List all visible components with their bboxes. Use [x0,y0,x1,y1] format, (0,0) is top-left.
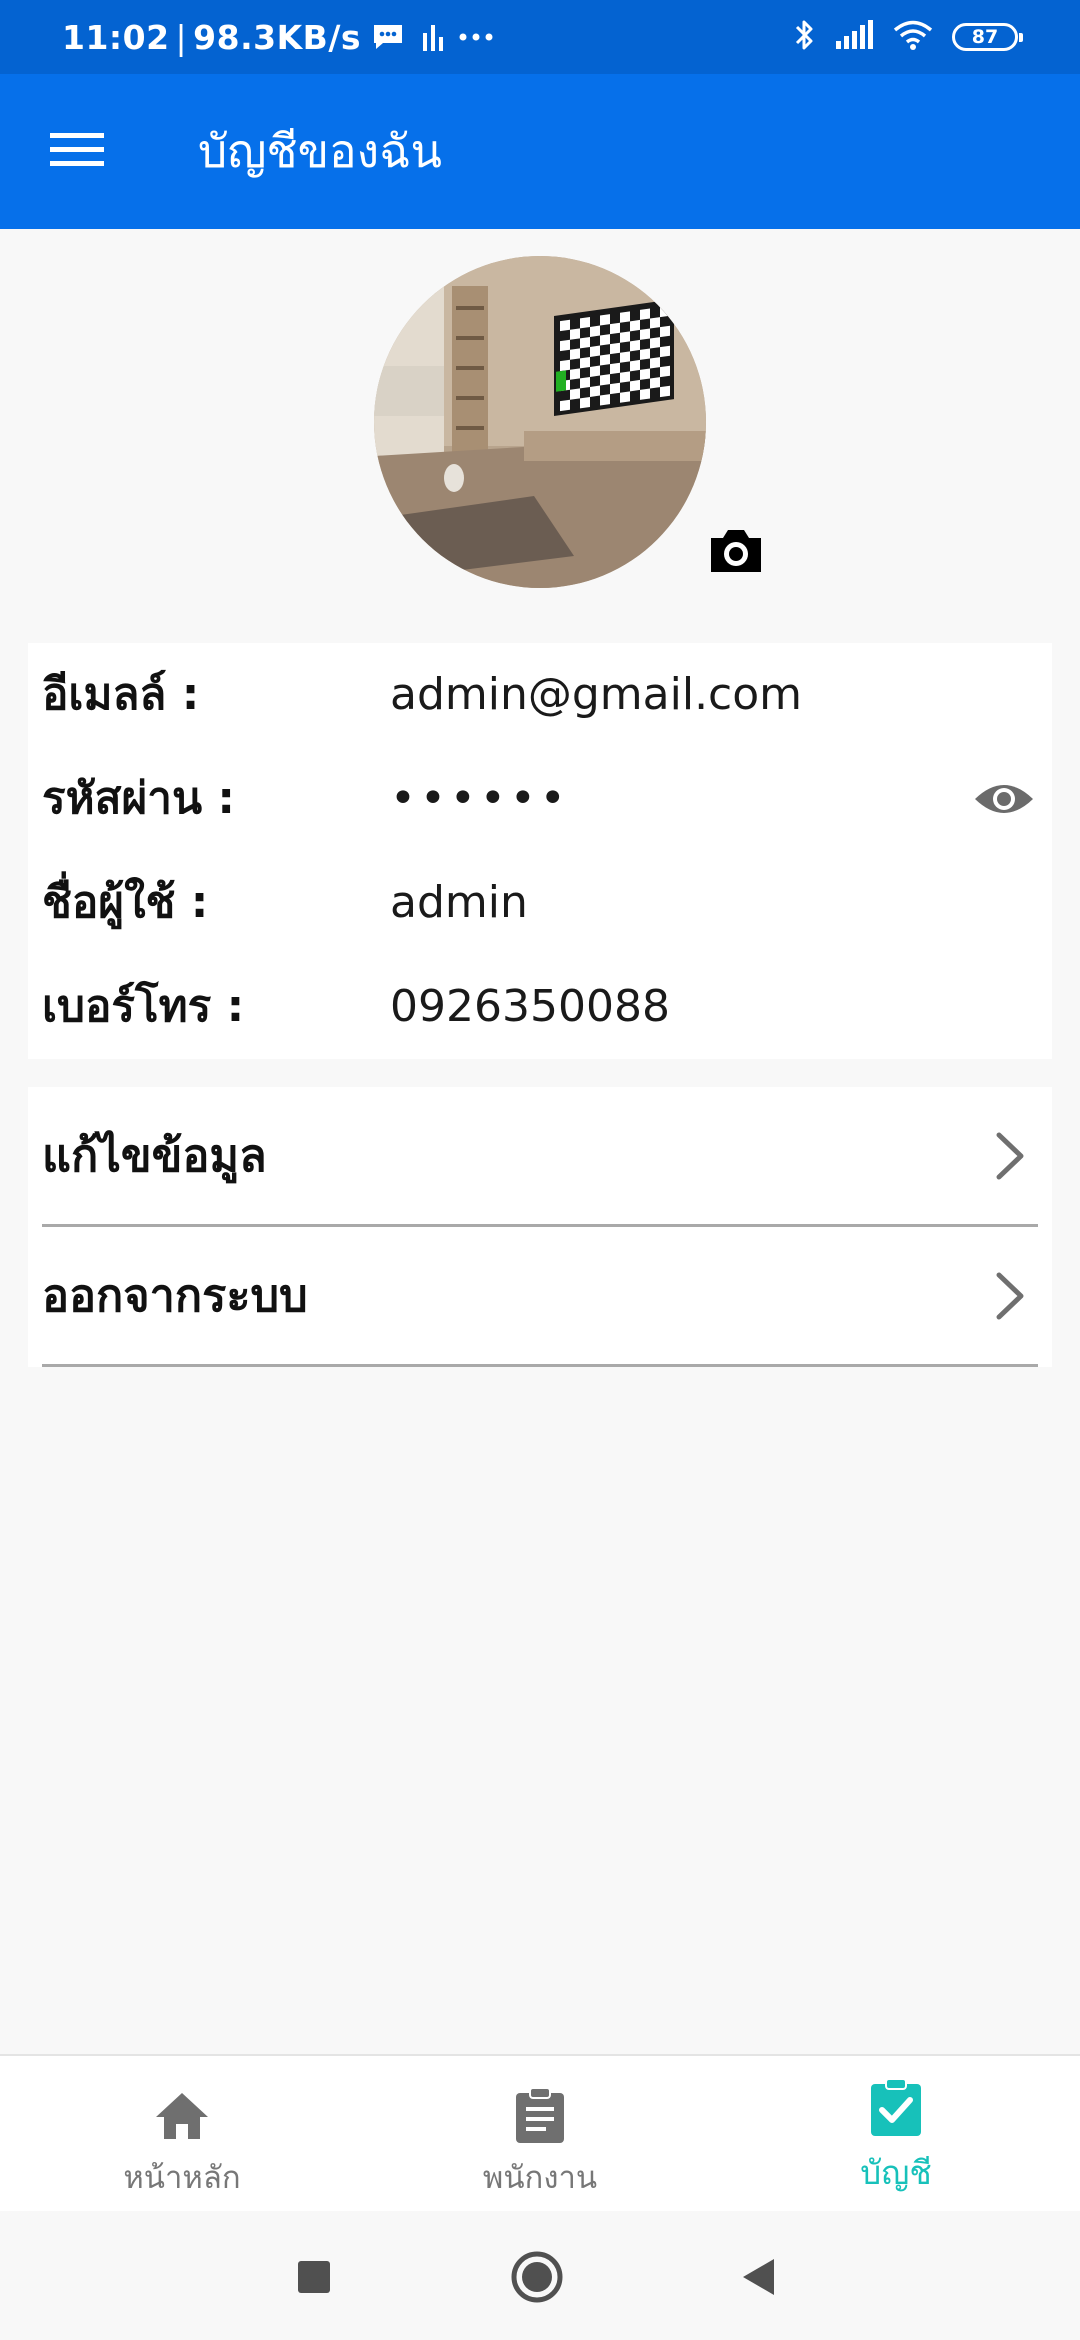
status-left: 11:02 | 98.3KB/s [62,0,497,74]
account-info-card: อีเมลล์ : admin@gmail.com รหัสผ่าน : •••… [28,643,1052,1059]
password-value: •••••• [390,773,570,824]
logout-button[interactable]: ออกจากระบบ [42,1227,1038,1367]
password-label: รหัสผ่าน : [42,773,235,824]
message-icon [371,22,405,52]
system-navigation-bar [0,2211,1080,2340]
recent-apps-icon[interactable] [286,2249,342,2305]
camera-icon[interactable] [704,520,768,582]
wifi-icon [892,19,934,55]
status-separator: | [175,17,188,57]
username-value: admin [390,877,528,928]
tab-employees-label: พนักงาน [482,2160,598,2196]
eye-icon[interactable] [972,773,1036,825]
battery-indicator: 87 [952,23,1023,51]
edit-profile-button[interactable]: แก้ไขข้อมูล [42,1087,1038,1227]
back-icon[interactable] [730,2249,786,2305]
logout-label: ออกจากระบบ [42,1269,308,1322]
tab-account-label: บัญชี [860,2153,932,2192]
tab-employees[interactable]: พนักงาน [360,2056,720,2211]
chevron-right-icon [990,1131,1030,1181]
clipboard-check-icon [716,2078,1076,2138]
email-label: อีเมลล์ : [42,669,200,720]
account-actions-card: แก้ไขข้อมูล ออกจากระบบ [28,1087,1052,1367]
hamburger-menu-icon[interactable] [40,117,114,183]
phone-label: เบอร์โทร : [42,981,245,1032]
status-right: 87 [792,0,1023,74]
email-row: อีเมลล์ : admin@gmail.com [28,643,1052,747]
network-speed: 98.3KB/s [193,17,362,57]
home-circle-icon[interactable] [509,2249,565,2305]
bluetooth-icon [792,17,816,57]
status-bar: 11:02 | 98.3KB/s 87 [0,0,1080,74]
app-bar: บัญชีของฉัน [0,74,1080,229]
phone-row: เบอร์โทร : 0926350088 [28,955,1052,1059]
username-label: ชื่อผู้ใช้ : [42,877,209,928]
tab-account[interactable]: บัญชี [716,2056,1076,2211]
status-time: 11:02 [62,17,170,57]
tab-home-label: หน้าหลัก [123,2160,241,2196]
bottom-navigation: หน้าหลัก พนักงาน บัญชี [0,2054,1080,2211]
app-screen: 11:02 | 98.3KB/s 87 บัญชีของฉัน อีเมลล์ … [0,0,1080,2340]
chevron-right-icon [990,1271,1030,1321]
profile-photo [374,256,706,588]
tab-home[interactable]: หน้าหลัก [2,2056,362,2211]
username-row: ชื่อผู้ใช้ : admin [28,851,1052,955]
more-dots-icon [457,31,497,43]
edit-profile-label: แก้ไขข้อมูล [42,1129,267,1182]
home-icon [2,2086,362,2146]
page-title: บัญชีของฉัน [198,124,442,178]
clipboard-list-icon [360,2086,720,2146]
signal-icon [834,19,874,55]
phone-value: 0926350088 [390,981,670,1032]
email-value: admin@gmail.com [390,669,803,720]
equalizer-icon [421,21,447,53]
password-row: รหัสผ่าน : •••••• [28,747,1052,851]
